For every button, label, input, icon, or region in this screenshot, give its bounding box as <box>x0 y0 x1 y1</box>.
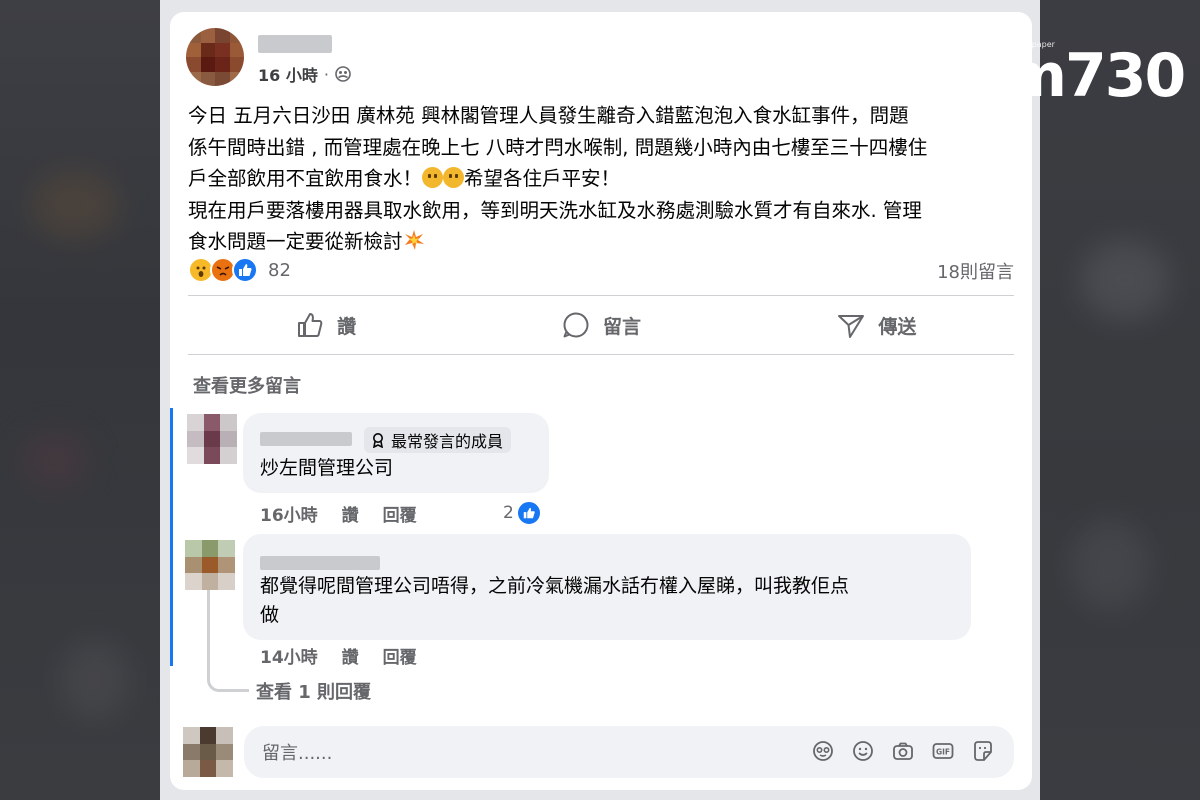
post-time[interactable]: 16 小時 <box>258 62 318 86</box>
svg-text:GIF: GIF <box>936 748 950 757</box>
sad-face-icon <box>443 167 465 188</box>
post-line: 今日 五月六日沙田 廣林苑 興林閣管理人員發生離奇入錯藍泡泡入食水缸事件，問題 <box>188 104 909 127</box>
poster-name-redacted[interactable] <box>258 35 332 53</box>
comment-thread-highlight <box>170 408 173 666</box>
send-icon <box>838 315 865 338</box>
comment-time[interactable]: 14小時 <box>260 643 318 668</box>
top-contributor-badge[interactable]: 最常發言的成員 <box>364 427 512 453</box>
post-meta: 16 小時 · <box>258 62 351 86</box>
commenter-avatar[interactable] <box>187 414 237 464</box>
divider <box>188 354 1014 355</box>
post-action-bar: 讚 留言 傳送 <box>188 300 1014 350</box>
comment-time[interactable]: 16小時 <box>260 501 318 526</box>
comment-meta: 14小時 讚 回覆 <box>260 643 417 668</box>
like-button[interactable]: 讚 <box>188 300 463 350</box>
like-reaction-icon <box>515 500 542 526</box>
poster-avatar[interactable] <box>186 28 244 86</box>
post-line: 現在用戶要落樓用器具取水飲用，等到明天洗水缸及水務處測驗水質才有自來水. 管理 <box>188 198 922 222</box>
comment-reply-button[interactable]: 回覆 <box>383 501 417 526</box>
post-text: 今日 五月六日沙田 廣林苑 興林閣管理人員發生離奇入錯藍泡泡入食水缸事件，問題 … <box>188 100 1016 258</box>
badge-icon <box>373 433 383 448</box>
comment-like-button[interactable]: 讚 <box>342 643 359 668</box>
comment-reply-button[interactable]: 回覆 <box>383 643 417 668</box>
post-line: 食水問題一定要從新檢討 <box>188 226 1016 258</box>
avatar-sticker-icon[interactable] <box>810 738 836 764</box>
background-left <box>0 0 160 800</box>
like-reaction-icon <box>232 257 258 283</box>
comment-text: 都覺得呢間管理公司唔得，之前冷氣機漏水話冇權入屋睇，叫我教佢点 做 <box>260 575 850 626</box>
post-line: 戶全部飲用不宜飲用食水！ 希望各住戶平安！ <box>188 167 621 190</box>
thumbs-up-icon <box>298 313 323 337</box>
comment-input-tools: GIF <box>810 738 996 764</box>
audience-group-icon[interactable] <box>335 66 351 82</box>
share-button[interactable]: 傳送 <box>739 300 1014 350</box>
commenter-avatar[interactable] <box>185 540 235 590</box>
comment-bubble-icon <box>563 312 589 338</box>
collision-icon <box>404 230 424 250</box>
divider <box>188 295 1014 296</box>
gif-icon[interactable]: GIF <box>930 738 956 764</box>
post-line: 係午間時出錯 , 而管理處在晚上七 八時才閂水喉制, 問題幾小時內由七樓至三十四… <box>188 135 928 159</box>
reaction-count[interactable]: 82 <box>268 260 291 281</box>
camera-icon[interactable] <box>890 738 916 764</box>
current-user-avatar[interactable] <box>183 727 233 777</box>
background-right <box>1040 0 1200 800</box>
comment-input-placeholder: 留言...... <box>262 743 333 764</box>
comment-like-button[interactable]: 讚 <box>342 501 359 526</box>
view-replies-link[interactable]: 查看 1 則回覆 <box>256 678 371 704</box>
comment-like-count[interactable]: 2 <box>503 500 542 526</box>
commenter-name-redacted[interactable] <box>260 432 352 446</box>
emoji-icon[interactable] <box>850 738 876 764</box>
comment-button[interactable]: 留言 <box>463 300 738 350</box>
reaction-summary[interactable]: 82 <box>188 257 291 283</box>
view-more-comments-link[interactable]: 查看更多留言 <box>193 372 301 398</box>
comment-meta: 16小時 讚 回覆 <box>260 501 417 526</box>
comments-count-link[interactable]: 18則留言 <box>937 258 1014 284</box>
sad-face-icon <box>422 167 444 188</box>
commenter-name-redacted[interactable] <box>260 556 380 570</box>
comment-text: 炒左間管理公司 <box>260 457 394 479</box>
sticker-icon[interactable] <box>970 738 996 764</box>
reply-connector-line <box>207 590 249 692</box>
